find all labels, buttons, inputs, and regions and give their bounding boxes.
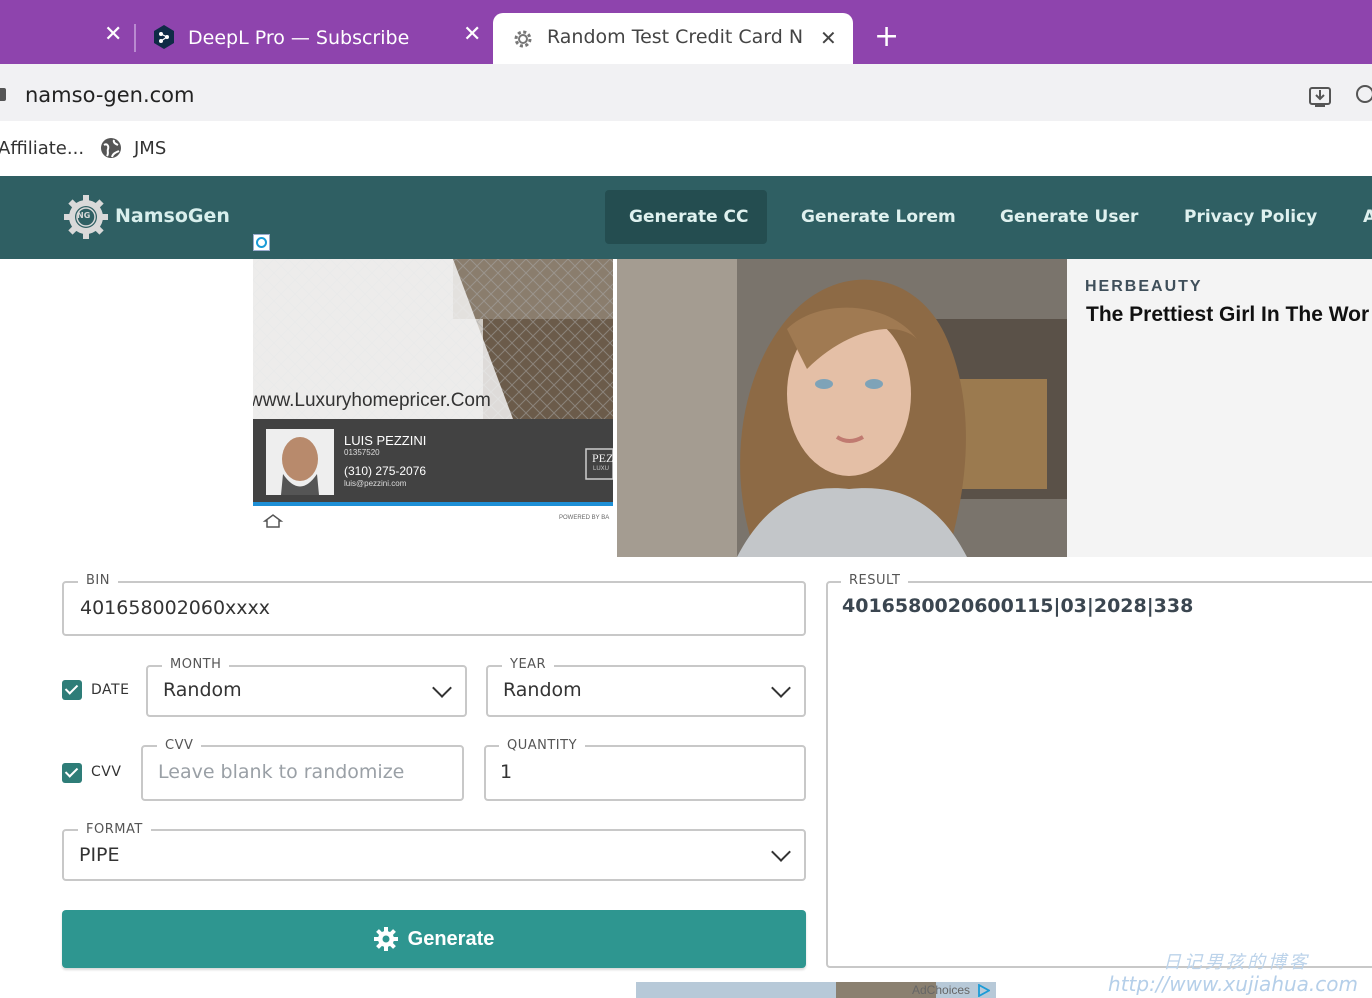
deepl-icon [152, 24, 176, 54]
date-label: DATE [91, 682, 130, 698]
ad-headline[interactable]: The Prettiest Girl In The Wor [1086, 303, 1369, 327]
ad-photo[interactable] [617, 259, 1067, 557]
url-text[interactable]: namso-gen.com [25, 83, 194, 107]
gear-icon [373, 927, 398, 951]
ad-realtor-email: luis@pezzini.com [344, 479, 407, 488]
ad-bottom-banner[interactable]: AdChoices [636, 982, 996, 998]
new-tab-plus-icon[interactable]: + [874, 22, 899, 52]
globe-icon [100, 137, 122, 163]
nav-privacy-policy[interactable]: Privacy Policy [1184, 207, 1317, 227]
install-app-icon[interactable] [1307, 83, 1333, 113]
nav-more[interactable]: A [1363, 207, 1372, 227]
ad-realtor-url: www.Luxuryhomepricer.Com [253, 390, 491, 411]
quantity-label: QUANTITY [499, 738, 586, 753]
generate-label: Generate [407, 927, 495, 950]
format-value: PIPE [79, 844, 120, 866]
ad-realtor[interactable]: www.Luxuryhomepricer.Com LUIS PEZZINI 01… [253, 259, 613, 537]
close-tab-active-icon[interactable]: ✕ [820, 26, 837, 50]
nav-generate-cc[interactable]: Generate CC [629, 207, 749, 227]
month-value: Random [163, 679, 242, 701]
bin-field[interactable]: 401658002060xxxx [62, 581, 806, 636]
bin-value[interactable]: 401658002060xxxx [80, 597, 270, 619]
bookmarks-bar [0, 121, 1372, 177]
format-label: FORMAT [78, 822, 151, 837]
ad-realtor-logo: PEZ [592, 451, 613, 465]
loading-gear-icon [511, 27, 535, 55]
quantity-input[interactable]: 1 [484, 745, 806, 801]
close-tab-2-icon[interactable]: ✕ [463, 24, 481, 46]
format-chevron-down-icon [771, 842, 791, 862]
bin-label: BIN [78, 573, 118, 588]
cvv-input[interactable]: Leave blank to randomize [141, 745, 464, 801]
namsogen-logo-icon[interactable]: NG [63, 194, 109, 244]
watermark-url: http://www.xujiahua.com [1108, 972, 1358, 996]
date-checkbox[interactable] [62, 680, 82, 700]
tab-deepl-title[interactable]: DeepL Pro — Subscribe [188, 27, 409, 49]
nav-generate-lorem[interactable]: Generate Lorem [801, 207, 956, 227]
month-select[interactable]: Random [146, 665, 467, 717]
ad-powered-by: POWERED BY BA [559, 515, 610, 521]
bookmark-jms[interactable]: JMS [134, 138, 166, 159]
nav-generate-user[interactable]: Generate User [1000, 207, 1138, 227]
ad-info-icon[interactable] [253, 234, 270, 251]
cvv-toggle-label: CVV [91, 764, 122, 780]
ad-realtor-phone: (310) 275-2076 [344, 464, 427, 478]
year-chevron-down-icon [771, 678, 791, 698]
quantity-value: 1 [500, 761, 513, 783]
ad-herbeauty[interactable]: HERBEAUTY The Prettiest Girl In The Wor [1067, 259, 1372, 557]
generate-button[interactable]: Generate [62, 910, 806, 968]
address-bar [0, 64, 1372, 121]
close-tab-1-icon[interactable]: ✕ [104, 24, 122, 46]
cvv-label: CVV [157, 738, 202, 753]
cvv-checkbox[interactable] [62, 763, 82, 783]
logo-badge: NG [77, 211, 91, 220]
month-label: MONTH [162, 657, 230, 672]
result-value[interactable]: 4016580020600115|03|2028|338 [842, 595, 1193, 617]
format-select[interactable]: PIPE [62, 829, 806, 881]
ad-sponsor: HERBEAUTY [1085, 278, 1203, 295]
bookmark-affiliate[interactable]: Affiliate... [0, 138, 84, 159]
ad-realtor-license: 01357520 [344, 448, 380, 457]
adchoices-label[interactable]: AdChoices [912, 983, 970, 997]
cvv-placeholder: Leave blank to randomize [158, 761, 405, 783]
month-chevron-down-icon [432, 678, 452, 698]
tab-active[interactable]: Random Test Credit Card Nun ✕ [493, 13, 853, 64]
result-label: RESULT [841, 573, 909, 588]
year-select[interactable]: Random [486, 665, 806, 717]
year-label: YEAR [502, 657, 555, 672]
ad-realtor-name: LUIS PEZZINI [344, 433, 427, 448]
adchoices-icon[interactable] [977, 984, 990, 997]
brand-name[interactable]: NamsoGen [115, 205, 230, 227]
year-value: Random [503, 679, 582, 701]
lock-icon[interactable] [0, 88, 6, 101]
tab-active-title: Random Test Credit Card Nun [547, 26, 803, 48]
ad-realtor-logo-sub: LUXU [593, 466, 610, 472]
tab-divider [134, 24, 136, 52]
result-textarea[interactable]: 4016580020600115|03|2028|338 [826, 581, 1372, 968]
watermark-title: 日记男孩的博客 [1163, 952, 1310, 973]
zoom-icon[interactable] [1356, 85, 1372, 103]
